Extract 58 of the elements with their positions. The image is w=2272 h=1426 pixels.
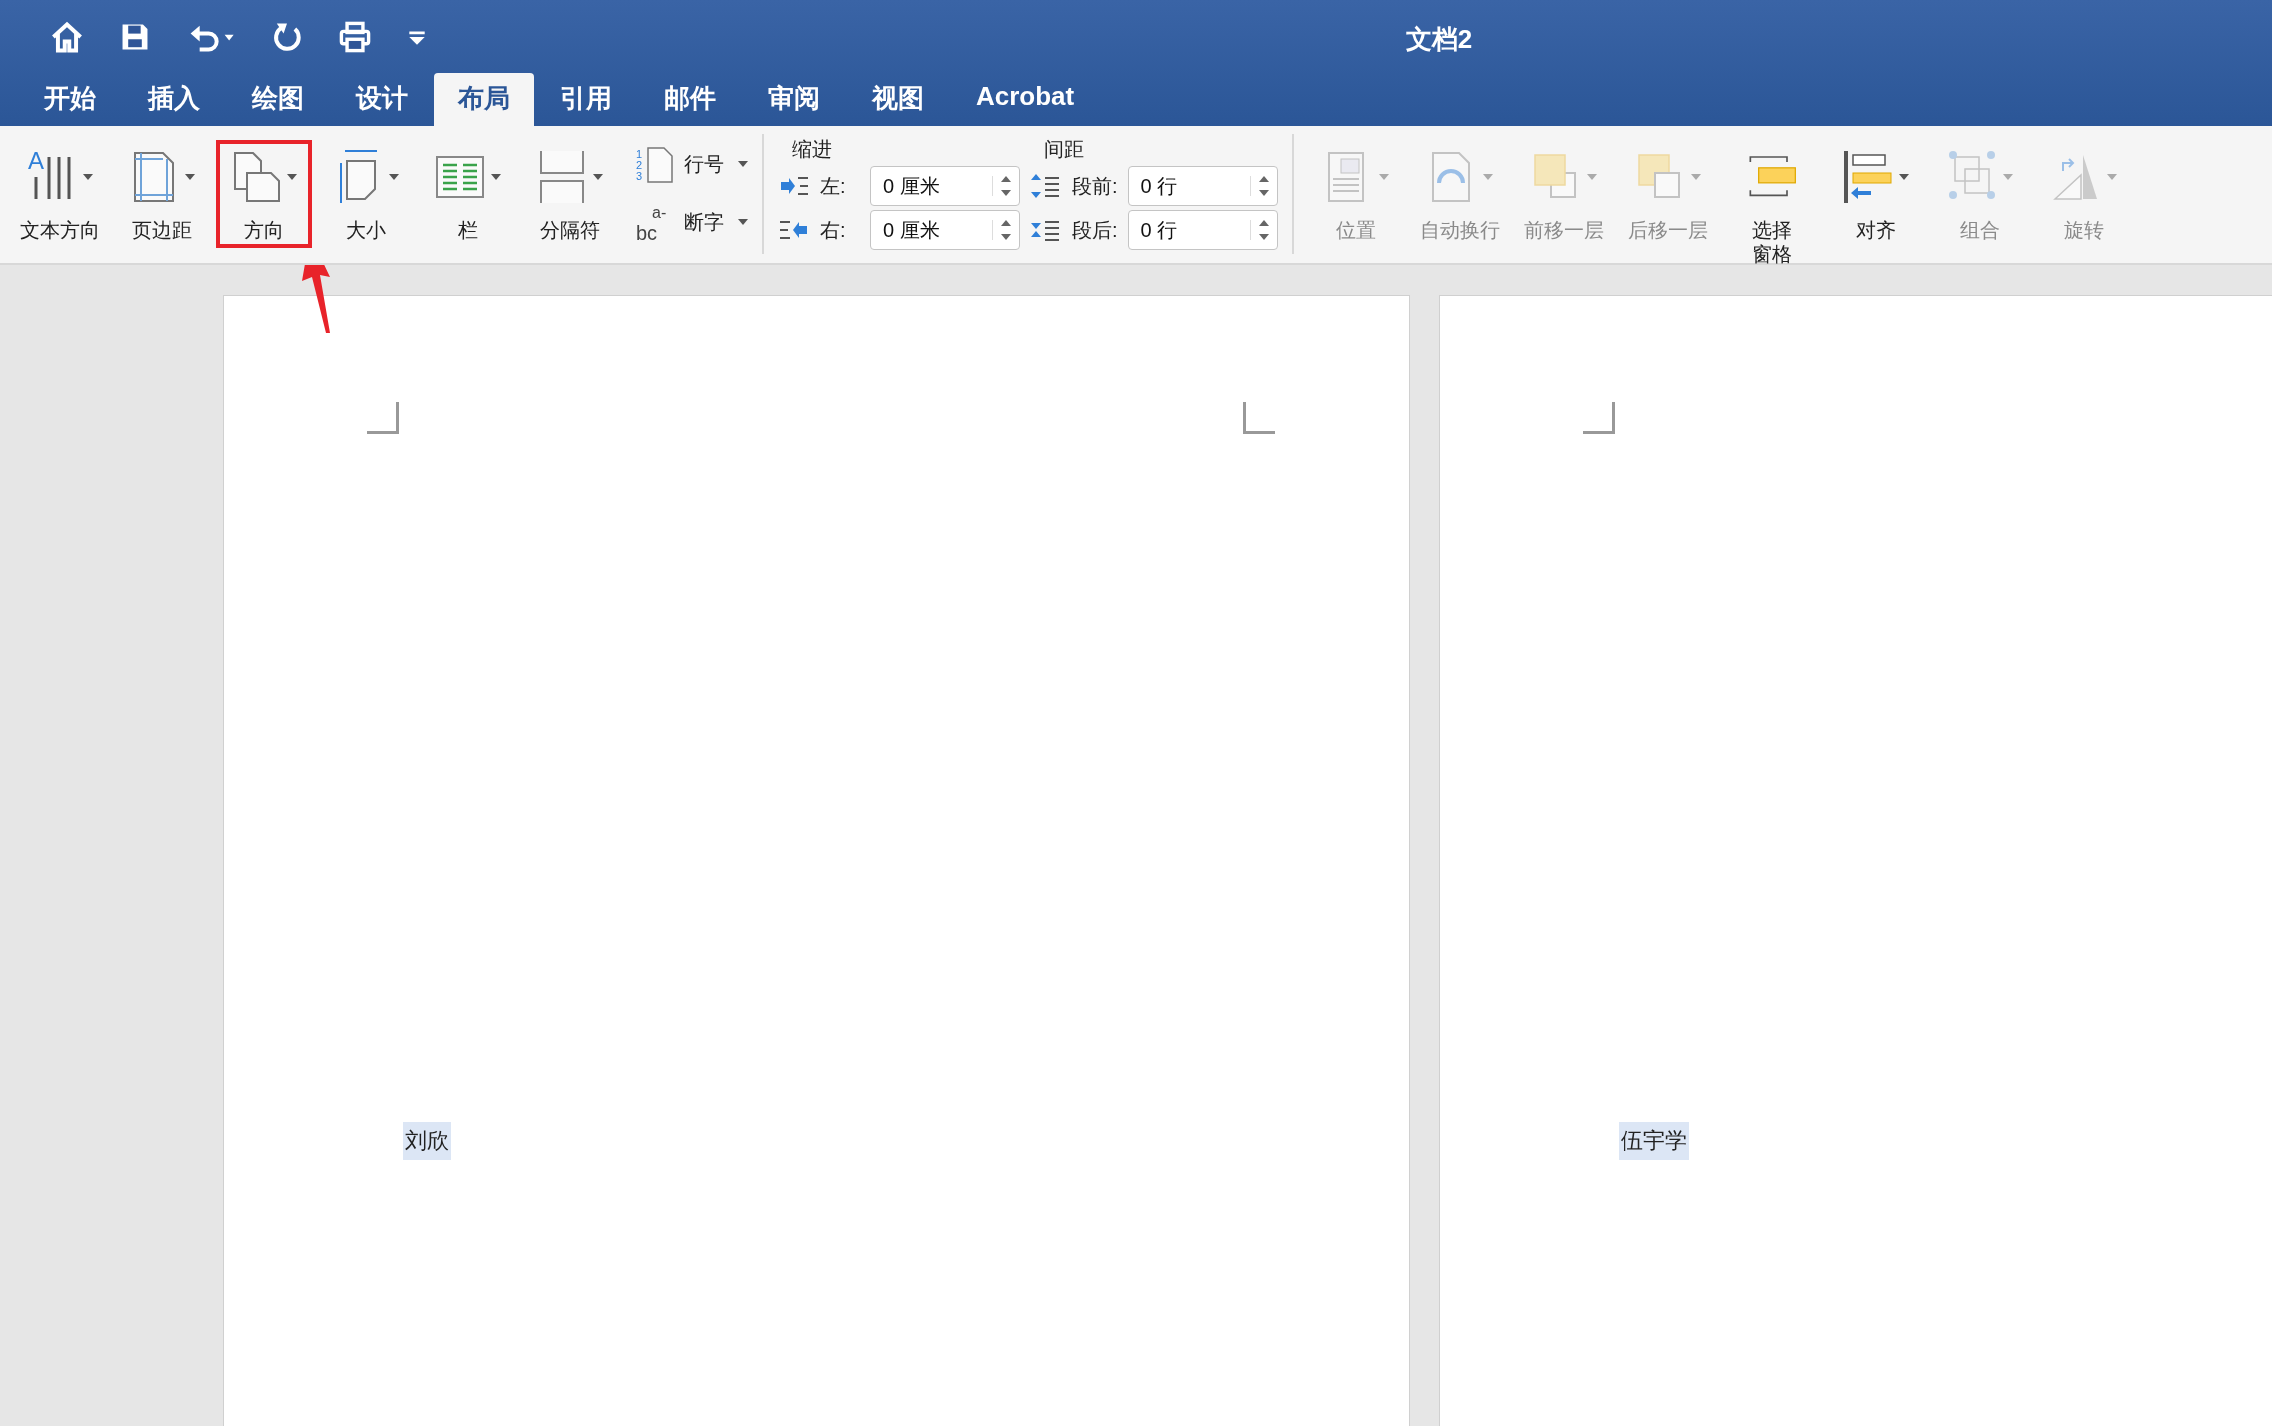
caret-icon (1690, 174, 1701, 180)
ribbon-tab[interactable]: 邮件 (638, 73, 742, 126)
caret-icon (83, 174, 93, 180)
caret-icon (1586, 174, 1597, 180)
field-label: 段后: (1072, 217, 1118, 243)
ribbon-tab[interactable]: 绘图 (226, 73, 330, 126)
ribbon-button[interactable]: 栏 (420, 140, 516, 248)
caret-icon (738, 219, 748, 225)
caret-icon (389, 174, 399, 180)
window-title: 文档2 (1405, 23, 1473, 56)
field-label: 左: (820, 173, 847, 199)
ribbon-tab[interactable]: 开始 (18, 73, 122, 126)
caret-icon (1482, 174, 1493, 180)
ribbon-button[interactable]: 选择窗格 (1723, 140, 1820, 272)
spin-field[interactable]: 0 行 (1127, 166, 1278, 206)
ribbon-tab[interactable]: 审阅 (742, 73, 846, 126)
home-icon[interactable] (50, 20, 84, 54)
ribbon-button[interactable]: 对齐 (1827, 140, 1924, 272)
ribbon-tab[interactable]: 视图 (846, 73, 950, 126)
ribbon-button[interactable]: 分隔符 (522, 140, 618, 248)
ribbon-button[interactable]: 页边距 (114, 140, 210, 248)
document-text: 伍宇学 (1619, 1122, 1689, 1160)
hyphenation-icon: a- bc (636, 202, 676, 242)
ribbon-button[interactable]: 1 2 3 行号 (636, 144, 748, 184)
ribbon-tab[interactable]: 引用 (534, 73, 638, 126)
ribbon-tab[interactable]: 布局 (434, 73, 534, 126)
ribbon-tab[interactable]: 插入 (122, 73, 226, 126)
ribbon-tab[interactable]: 设计 (330, 73, 434, 126)
caret-icon (593, 174, 603, 180)
crop-mark-icon (367, 402, 399, 434)
page-break-icon (537, 149, 587, 205)
field-label: 右: (820, 217, 847, 243)
caret-icon (2002, 174, 2013, 180)
caret-icon (491, 174, 501, 180)
caret-icon (185, 174, 195, 180)
align-icon (1842, 149, 1893, 205)
ribbon-button[interactable]: 大小 (318, 140, 414, 248)
caret-icon (287, 174, 297, 180)
crop-mark-icon (1583, 402, 1615, 434)
group-label: 间距 (1044, 137, 1085, 162)
ribbon-button[interactable]: A 文本方向 (12, 140, 108, 248)
caret-icon (738, 161, 748, 167)
caret-icon (1378, 174, 1389, 180)
paragraph-spacing-icon (1030, 173, 1062, 199)
spin-field[interactable]: 0 行 (1127, 210, 1278, 250)
field-label: 段前: (1072, 173, 1118, 199)
ribbon-button[interactable]: 方向 (216, 140, 312, 248)
group-label: 缩进 (792, 137, 833, 162)
spin-field[interactable]: 0 厘米 (870, 210, 1020, 250)
spin-field[interactable]: 0 厘米 (870, 166, 1020, 206)
page-orientation-icon (231, 149, 281, 205)
ribbon-tab[interactable]: Acrobat (950, 73, 1101, 126)
document-text: 刘欣 (403, 1122, 451, 1160)
caret-icon (2106, 174, 2117, 180)
print-icon[interactable] (338, 20, 372, 54)
caret-icon (1898, 174, 1909, 180)
crop-mark-icon (1243, 402, 1275, 434)
ribbon-button[interactable]: a- bc 断字 (636, 202, 748, 242)
